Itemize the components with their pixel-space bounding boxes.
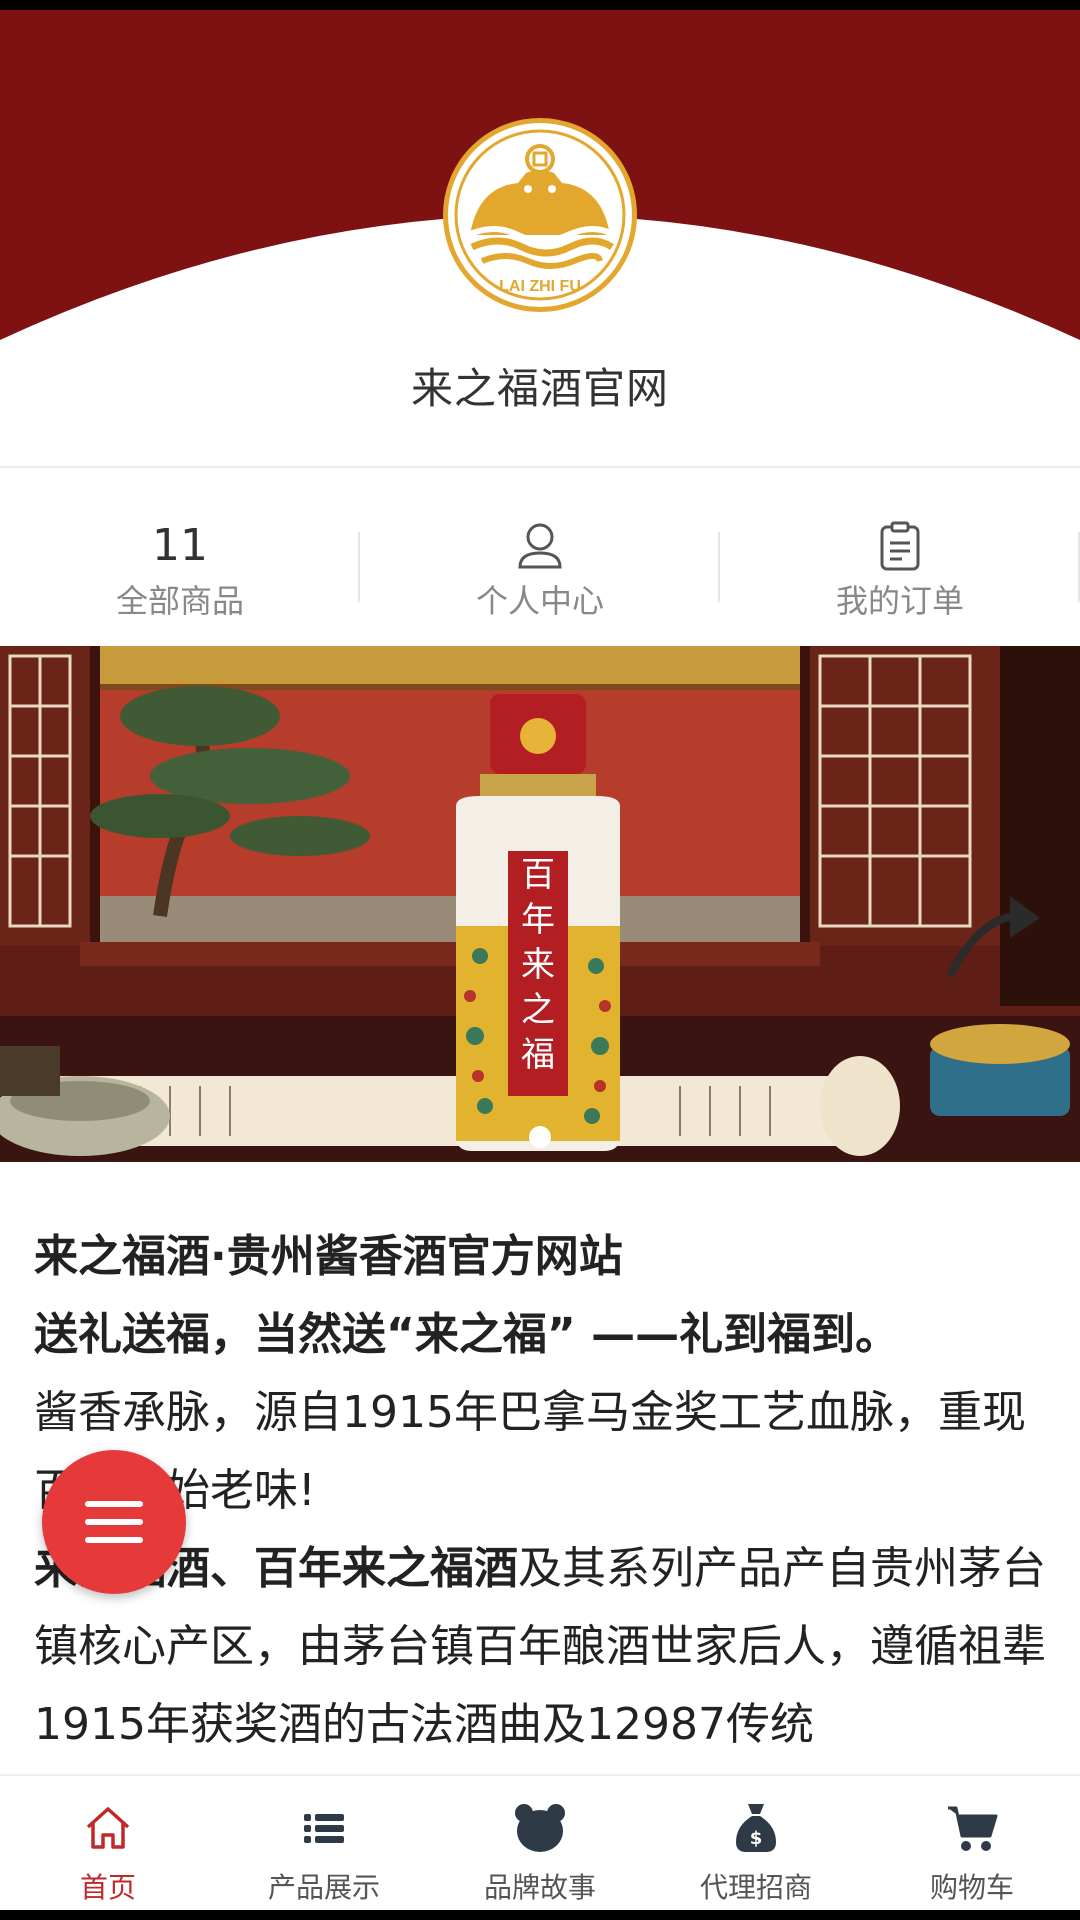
banner-image: 百 年 来 之 福: [0, 646, 1080, 1162]
cart-icon: [946, 1800, 998, 1856]
user-center-stat[interactable]: 个人中心: [360, 478, 720, 648]
divider: [0, 466, 1080, 468]
tab-cart[interactable]: 购物车: [864, 1776, 1080, 1910]
all-products-label: 全部商品: [115, 582, 244, 620]
svg-text:来: 来: [521, 945, 555, 985]
my-orders-stat[interactable]: 我的订单: [720, 478, 1080, 648]
svg-text:百: 百: [521, 855, 555, 895]
article-paragraph-2: 来之福酒、百年来之福酒及其系列产品产自贵州茅台镇核心产区，由茅台镇百年酿酒世家后…: [34, 1530, 1049, 1764]
article-slogan: 送礼送福，当然送“来之福” ——礼到福到。: [34, 1309, 900, 1360]
svg-text:之: 之: [521, 990, 555, 1030]
tab-label: 品牌故事: [483, 1871, 596, 1904]
intro-article: 来之福酒·贵州酱香酒官方网站 送礼送福，当然送“来之福” ——礼到福到。 酱香承…: [34, 1218, 1049, 1764]
article-heading: 来之福酒·贵州酱香酒官方网站: [34, 1231, 623, 1282]
tab-label: 购物车: [929, 1871, 1014, 1904]
clipboard-icon: [720, 518, 1080, 574]
menu-icon: [85, 1501, 143, 1543]
bottom-tab-bar: 首页 产品展示 品牌故事 $ 代理招商 购物车: [0, 1774, 1080, 1910]
tab-label: 代理招商: [699, 1871, 812, 1904]
carousel-dot-active[interactable]: [529, 1126, 551, 1148]
product-count: 11: [152, 520, 208, 571]
svg-text:福: 福: [521, 1035, 555, 1075]
money-bag-icon: $: [734, 1800, 778, 1856]
page: LAI ZHI FU 来之福酒官网 11 全部商品 个人中心 我的订单 百 年 …: [0, 10, 1080, 1910]
user-icon: [360, 518, 720, 574]
banner-carousel[interactable]: 百 年 来 之 福: [0, 646, 1080, 1162]
tab-label: 首页: [79, 1871, 136, 1904]
svg-text:$: $: [750, 1828, 763, 1849]
svg-text:年: 年: [521, 900, 555, 940]
article-paragraph-1: 酱香承脉，源自1915年巴拿马金奖工艺血脉，重现百年原始老味!: [34, 1387, 1026, 1516]
quick-stats: 11 全部商品 个人中心 我的订单: [0, 478, 1080, 648]
tab-label: 产品展示: [267, 1871, 380, 1904]
site-title: 来之福酒官网: [410, 364, 669, 413]
tab-brand-story[interactable]: 品牌故事: [432, 1776, 648, 1910]
list-icon: [304, 1800, 344, 1856]
header: LAI ZHI FU 来之福酒官网: [0, 10, 1080, 466]
bear-icon: [514, 1800, 566, 1856]
floating-menu-button[interactable]: [42, 1450, 186, 1594]
my-orders-label: 我的订单: [835, 582, 964, 620]
tab-products[interactable]: 产品展示: [216, 1776, 432, 1910]
brand-logo[interactable]: LAI ZHI FU: [443, 118, 637, 312]
tab-home[interactable]: 首页: [0, 1776, 216, 1910]
home-icon: [83, 1800, 133, 1856]
user-center-label: 个人中心: [475, 582, 604, 620]
logo-text: LAI ZHI FU: [499, 278, 581, 295]
all-products-stat[interactable]: 11 全部商品: [0, 478, 360, 648]
tab-agency[interactable]: $ 代理招商: [648, 1776, 864, 1910]
